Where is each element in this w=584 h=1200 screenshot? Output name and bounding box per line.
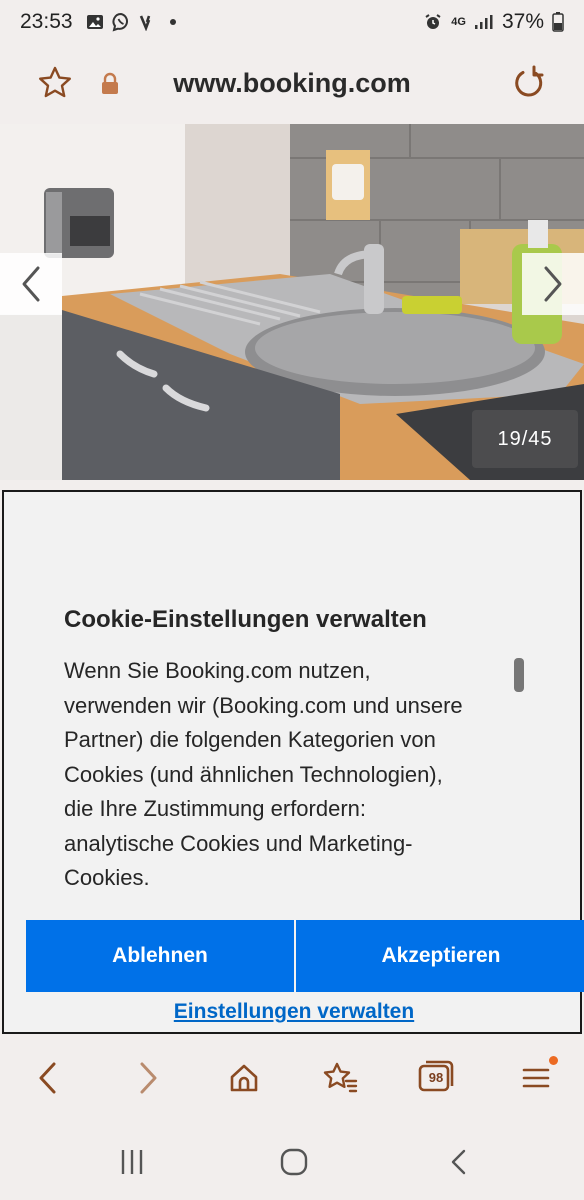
reject-button[interactable]: Ablehnen (26, 920, 294, 992)
forward-icon[interactable] (126, 1056, 170, 1100)
more-notifications-dot (163, 12, 183, 32)
back-icon[interactable] (26, 1056, 70, 1100)
viber-icon (111, 12, 131, 32)
cookie-dialog-body: Wenn Sie Booking.com nutzen, verwenden w… (64, 654, 514, 896)
cookie-body-line: die Ihre Zustimmung erfordern: (64, 796, 367, 821)
home-nav-icon[interactable] (274, 1142, 314, 1182)
v-app-icon (137, 12, 157, 32)
cookie-body-line: analytische Cookies und Marketing- (64, 830, 413, 856)
status-left: 23:53 (20, 10, 183, 34)
battery-icon (552, 12, 564, 32)
address-bar: www.booking.com (0, 44, 584, 124)
chevron-right-icon (544, 266, 562, 302)
cookie-body-line: Partner) die folgenden Kategorien von (64, 727, 436, 752)
menu-icon[interactable] (514, 1056, 558, 1100)
dialog-scrollbar[interactable] (514, 658, 524, 692)
browser-toolbar: 98 (0, 1040, 584, 1116)
cookie-body-line: verwenden wir (Booking.com und unsere (64, 692, 463, 718)
lock-icon[interactable] (100, 72, 120, 96)
reload-icon[interactable] (510, 64, 548, 102)
photo-gallery[interactable]: 19/45 (0, 124, 584, 480)
chevron-left-icon (22, 266, 40, 302)
cookie-body-line: Wenn Sie Booking.com nutzen, (64, 658, 371, 683)
battery-percent: 37% (501, 10, 544, 33)
recent-apps-icon[interactable] (112, 1142, 152, 1182)
back-nav-icon[interactable] (440, 1142, 480, 1182)
tabs-count: 98 (428, 1070, 444, 1085)
network-type: 4G (451, 15, 466, 28)
gallery-prev-button[interactable] (0, 253, 62, 315)
photo-counter: 19/45 (472, 410, 578, 468)
alarm-icon (423, 12, 443, 32)
system-navigation-bar (0, 1120, 584, 1200)
tabs-icon[interactable]: 98 (414, 1056, 458, 1100)
star-icon[interactable] (36, 64, 74, 102)
cookie-body-line: Cookies. (64, 865, 150, 890)
gallery-next-button[interactable] (522, 253, 584, 315)
menu-notification-dot (549, 1056, 558, 1065)
url-text[interactable]: www.booking.com (140, 68, 444, 99)
clock: 23:53 (20, 10, 73, 33)
cookie-dialog-title: Cookie-Einstellungen verwalten (64, 606, 427, 633)
gallery-notification-icon (85, 12, 105, 32)
accept-button[interactable]: Akzeptieren (296, 920, 584, 992)
cookie-body-line: Cookies (und ähnlichen Technologien), (64, 761, 443, 787)
home-icon[interactable] (222, 1056, 266, 1100)
manage-settings-link[interactable]: Einstellungen verwalten (4, 1000, 584, 1024)
cookie-consent-dialog: Cookie-Einstellungen verwalten Wenn Sie … (2, 490, 584, 1034)
status-bar: 23:53 4G 37% (0, 0, 584, 44)
status-right: 4G 37% (423, 0, 564, 44)
signal-icon (474, 12, 494, 32)
bookmarks-icon[interactable] (318, 1056, 362, 1100)
